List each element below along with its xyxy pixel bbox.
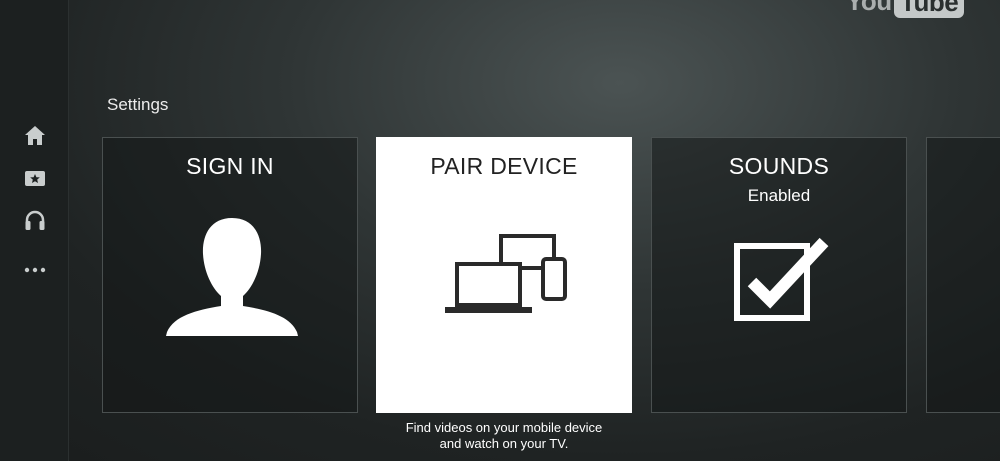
pair-device-tile[interactable]: PAIR DEVICE bbox=[376, 137, 632, 413]
headphones-icon bbox=[25, 210, 45, 230]
home-icon bbox=[25, 126, 45, 145]
page-title: Settings bbox=[107, 95, 169, 114]
pair-device-caption: Find videos on your mobile device and wa… bbox=[405, 420, 603, 451]
next-tile-partial[interactable] bbox=[926, 137, 1000, 413]
sounds-status: Enabled bbox=[747, 186, 811, 205]
sounds-tile[interactable]: SOUNDS Enabled bbox=[651, 137, 907, 413]
sidebar-item-home[interactable] bbox=[23, 124, 47, 148]
tile-title: PAIR DEVICE bbox=[430, 153, 578, 179]
sidebar-item-music[interactable] bbox=[23, 208, 47, 232]
sidebar-item-subscriptions[interactable] bbox=[23, 166, 47, 190]
sidebar-item-more[interactable] bbox=[23, 258, 47, 282]
devices-icon bbox=[445, 234, 567, 313]
tile-title: SIGN IN bbox=[186, 153, 274, 179]
subscriptions-icon bbox=[25, 171, 45, 186]
checkbox-checked-icon bbox=[734, 237, 829, 321]
more-icon bbox=[24, 267, 46, 273]
person-silhouette-icon bbox=[166, 218, 298, 336]
sign-in-tile[interactable]: SIGN IN bbox=[102, 137, 358, 413]
sidebar bbox=[0, 0, 69, 461]
tile-title: SOUNDS bbox=[728, 153, 830, 179]
youtube-logo: You Tube bbox=[844, 0, 965, 18]
